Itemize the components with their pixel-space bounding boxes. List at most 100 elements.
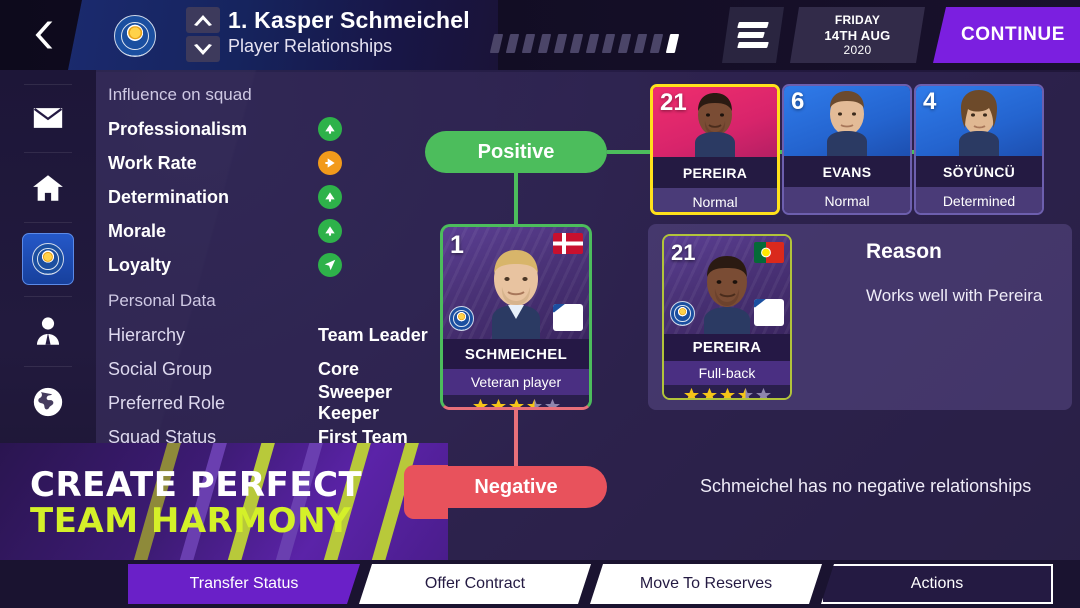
tab-offer-contract[interactable]: Offer Contract [359,564,591,604]
player-photo: 21 [653,87,777,157]
header-title-block: 1. Kasper Schmeichel Player Relationship… [228,6,470,58]
arrow-up-icon [318,185,342,209]
club-crest-icon [670,301,695,326]
related-player-card-pereira[interactable]: 21 PEREIRA Normal [650,84,780,215]
player-status-bar: Determined [916,187,1042,213]
tab-transfer-status[interactable]: Transfer Status [128,564,360,604]
bottom-action-bar: Transfer Status Offer Contract Move To R… [0,560,1080,608]
player-status-bar: Normal [653,188,777,212]
promo-accent-blob [404,465,448,519]
attr-value: Core [318,358,360,379]
influence-header: Influence on squad [108,85,252,104]
player-star-rating [443,395,589,407]
reason-panel: 21 PEREIRA Full-back Reason Works well w… [648,224,1072,410]
club-crest-icon [449,306,474,331]
arrow-right-icon [318,151,342,175]
player-surname-bar: EVANS [784,156,910,187]
sidebar-item-home[interactable] [22,162,74,214]
attr-label: Loyalty [108,254,172,275]
player-photo: 1 [443,227,589,339]
player-role-bar: Veteran player [443,369,589,395]
leicester-city-crest-icon [114,15,156,57]
reason-text: Works well with Pereira [866,286,1043,305]
player-status-bar: Normal [784,187,910,213]
goalkeeper-position-icon [553,304,583,331]
continue-button[interactable]: CONTINUE [933,7,1080,63]
reason-player-card[interactable]: 21 PEREIRA Full-back [662,234,792,400]
attr-row-preferred-role[interactable]: Preferred Role Sweeper Keeper [104,382,434,423]
attr-row-determination[interactable]: Determination [104,180,434,214]
attr-row-hierarchy[interactable]: Hierarchy Team Leader [104,318,434,352]
hamburger-menu-icon [738,22,768,48]
date-display[interactable]: FRIDAY 14TH AUG 2020 [790,7,925,63]
attr-label: Hierarchy [108,324,186,345]
attr-row-work-rate[interactable]: Work Rate [104,146,434,180]
attr-row-morale[interactable]: Morale [104,214,434,248]
player-face [959,90,999,156]
continue-label: CONTINUE [960,24,1066,45]
shirt-number: 4 [923,88,937,115]
sidebar-item-world[interactable] [22,376,74,428]
shirt-number: 6 [791,88,805,115]
top-bar: 1. Kasper Schmeichel Player Relationship… [0,0,1080,70]
next-player-button[interactable] [186,36,220,62]
negative-relationship-pill[interactable]: Negative [425,466,607,508]
player-star-rating [664,385,790,398]
attr-value: Sweeper Keeper [318,382,393,423]
connector-positive-to-cards [607,150,652,154]
player-attributes: Influence on squad Professionalism Work … [104,80,434,454]
promo-line-1: CREATE PERFECT [30,465,363,505]
attr-row-loyalty[interactable]: Loyalty [104,248,434,282]
positive-relationship-pill[interactable]: Positive [425,131,607,173]
main-player-card[interactable]: 1 SCHMEICHEL Veteran player [440,224,592,410]
chevron-down-icon [194,43,212,55]
tab-move-to-reserves[interactable]: Move To Reserves [590,564,822,604]
positive-label: Positive [477,140,555,163]
related-player-card-soyuncu[interactable]: 4 SÖYÜNCÜ Determined [914,84,1044,215]
fullback-position-icon [754,299,784,326]
player-surname-bar: SÖYÜNCÜ [916,156,1042,187]
tab-actions[interactable]: Actions [821,564,1053,604]
arrow-diagonal-icon [318,253,342,277]
player-surname-bar: PEREIRA [664,334,790,361]
negative-relationships-message: Schmeichel has no negative relationships [700,476,1032,496]
person-tie-icon [36,317,60,345]
back-button[interactable] [0,0,92,70]
promo-line-2: TEAM HARMONY [30,501,352,541]
attr-row-social-group[interactable]: Social Group Core [104,352,434,386]
player-surname-bar: PEREIRA [653,157,777,188]
personal-data-header: Personal Data [108,291,216,310]
attr-row-professionalism[interactable]: Professionalism [104,112,434,146]
attr-label: Professionalism [108,118,248,139]
club-crest-header[interactable] [114,15,156,57]
date-year: 2020 [843,42,872,57]
player-photo: 6 [784,86,910,156]
player-face [827,91,867,156]
date-day: 14TH AUG [824,27,891,43]
negative-label: Negative [474,475,558,498]
sidebar-item-club[interactable] [22,233,74,285]
related-player-card-evans[interactable]: 6 EVANS Normal [782,84,912,215]
menu-button[interactable] [722,7,784,63]
reason-title: Reason [866,240,942,263]
home-icon [33,175,63,201]
page-title: 1. Kasper Schmeichel [228,7,470,33]
player-navigation [186,7,220,63]
mail-icon [33,108,63,128]
page-subtitle: Player Relationships [228,36,393,56]
attr-label: Determination [108,186,230,207]
attr-label: Preferred Role [108,392,226,413]
sidebar-item-staff[interactable] [22,306,74,358]
shirt-number: 21 [671,240,696,265]
player-face [704,256,750,334]
player-surname-bar: SCHMEICHEL [443,339,589,369]
player-photo: 4 [916,86,1042,156]
shirt-number: 1 [450,231,464,259]
connector-positive-to-player [514,173,518,226]
attr-label: Morale [108,220,167,241]
sidebar-item-inbox[interactable] [22,92,74,144]
portugal-flag-icon [754,242,784,263]
globe-icon [33,387,63,417]
previous-player-button[interactable] [186,7,220,33]
promo-overlay: CREATE PERFECT TEAM HARMONY [0,443,448,560]
